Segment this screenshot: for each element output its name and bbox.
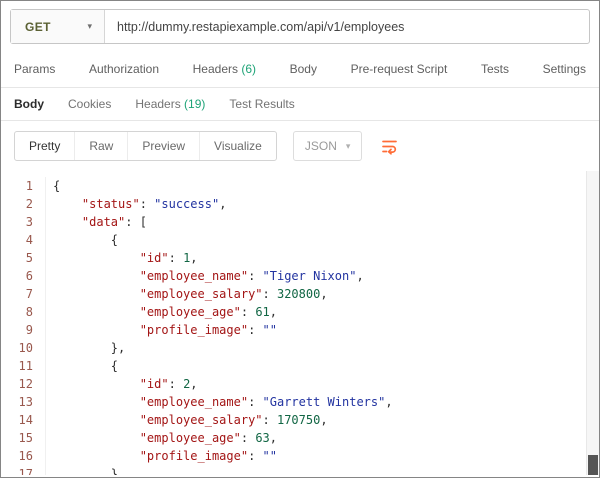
wrap-text-icon <box>380 137 399 156</box>
url-bar: GET ▾ <box>1 1 599 51</box>
wrap-text-button[interactable] <box>380 137 399 156</box>
code-line: 14 "employee_salary": 170750, <box>1 411 599 429</box>
request-tab-settings[interactable]: Settings <box>543 62 586 76</box>
line-number: 4 <box>1 231 45 249</box>
tab-label: Params <box>14 62 55 76</box>
code-line: 10 }, <box>1 339 599 357</box>
code-lines: 1{2 "status": "success",3 "data": [4 {5 … <box>1 171 599 475</box>
code-text: "id": 1, <box>45 249 198 267</box>
line-number: 8 <box>1 303 45 321</box>
code-line: 17 }, <box>1 465 599 475</box>
line-number: 2 <box>1 195 45 213</box>
response-tab-body[interactable]: Body <box>14 97 44 111</box>
code-line: 12 "id": 2, <box>1 375 599 393</box>
code-text: "employee_salary": 320800, <box>45 285 328 303</box>
code-text: "employee_name": "Tiger Nixon", <box>45 267 364 285</box>
tab-label: Settings <box>543 62 586 76</box>
code-text: "employee_name": "Garrett Winters", <box>45 393 393 411</box>
line-number: 6 <box>1 267 45 285</box>
tab-count: (19) <box>181 97 206 111</box>
format-label: JSON <box>305 139 337 153</box>
vertical-scrollbar[interactable] <box>586 171 599 475</box>
code-text: "status": "success", <box>45 195 226 213</box>
app-window: GET ▾ Params Authorization Headers (6) Body… <box>0 0 600 478</box>
method-select[interactable]: GET ▾ <box>11 10 105 43</box>
tab-label: Body <box>14 97 44 111</box>
line-number: 10 <box>1 339 45 357</box>
tab-label: Body <box>290 62 317 76</box>
code-line: 3 "data": [ <box>1 213 599 231</box>
line-number: 1 <box>1 177 45 195</box>
request-tab-headers[interactable]: Headers (6) <box>193 62 256 76</box>
request-tab-body[interactable]: Body <box>290 62 317 76</box>
view-switcher: PrettyRawPreviewVisualize <box>14 131 277 161</box>
code-text: }, <box>45 339 125 357</box>
view-tab-visualize[interactable]: Visualize <box>200 132 276 160</box>
code-text: "profile_image": "" <box>45 321 277 339</box>
tab-label: Authorization <box>89 62 159 76</box>
code-text: { <box>45 231 118 249</box>
line-number: 17 <box>1 465 45 475</box>
code-text: "employee_salary": 170750, <box>45 411 328 429</box>
code-text: "data": [ <box>45 213 147 231</box>
code-line: 13 "employee_name": "Garrett Winters", <box>1 393 599 411</box>
code-text: "id": 2, <box>45 375 198 393</box>
request-tabs: Params Authorization Headers (6) Body Pre-re… <box>1 51 599 88</box>
tab-label: Test Results <box>229 97 294 111</box>
response-tab-test-results[interactable]: Test Results <box>229 97 294 111</box>
line-number: 7 <box>1 285 45 303</box>
line-number: 11 <box>1 357 45 375</box>
code-line: 16 "profile_image": "" <box>1 447 599 465</box>
code-line: 1{ <box>1 177 599 195</box>
code-text: { <box>45 177 60 195</box>
code-text: "employee_age": 61, <box>45 303 277 321</box>
tab-label: Pre-request Script <box>351 62 448 76</box>
view-tab-raw[interactable]: Raw <box>75 132 128 160</box>
tab-count: (6) <box>238 62 256 76</box>
scrollbar-thumb[interactable] <box>588 455 598 475</box>
method-label: GET <box>25 20 51 34</box>
code-line: 8 "employee_age": 61, <box>1 303 599 321</box>
line-number: 15 <box>1 429 45 447</box>
request-tab-authorization[interactable]: Authorization <box>89 62 159 76</box>
code-text: "profile_image": "" <box>45 447 277 465</box>
view-tab-preview[interactable]: Preview <box>128 132 200 160</box>
line-number: 12 <box>1 375 45 393</box>
line-number: 13 <box>1 393 45 411</box>
code-line: 11 { <box>1 357 599 375</box>
tab-label: Tests <box>481 62 509 76</box>
tab-label: Headers <box>193 62 238 76</box>
url-input[interactable] <box>105 10 589 43</box>
method-dropdown-caret: ▾ <box>87 21 92 32</box>
request-url-row: GET ▾ <box>10 9 590 44</box>
code-text: }, <box>45 465 125 475</box>
code-line: 5 "id": 1, <box>1 249 599 267</box>
response-body: 1{2 "status": "success",3 "data": [4 {5 … <box>1 171 599 475</box>
line-number: 9 <box>1 321 45 339</box>
line-number: 14 <box>1 411 45 429</box>
tab-label: Headers <box>135 97 180 111</box>
response-tab-headers[interactable]: Headers (19) <box>135 97 205 111</box>
code-line: 9 "profile_image": "" <box>1 321 599 339</box>
response-tab-cookies[interactable]: Cookies <box>68 97 111 111</box>
view-tab-pretty[interactable]: Pretty <box>15 132 75 160</box>
code-line: 7 "employee_salary": 320800, <box>1 285 599 303</box>
response-tabs: Body Cookies Headers (19) Test Results <box>1 88 599 121</box>
code-line: 15 "employee_age": 63, <box>1 429 599 447</box>
code-line: 2 "status": "success", <box>1 195 599 213</box>
code-line: 6 "employee_name": "Tiger Nixon", <box>1 267 599 285</box>
line-number: 16 <box>1 447 45 465</box>
response-toolbar: PrettyRawPreviewVisualize JSON ▾ <box>1 121 599 171</box>
format-dropdown[interactable]: JSON ▾ <box>293 131 363 161</box>
format-dropdown-caret: ▾ <box>346 141 351 152</box>
code-text: "employee_age": 63, <box>45 429 277 447</box>
request-tab-params[interactable]: Params <box>14 62 55 76</box>
request-tab-tests[interactable]: Tests <box>481 62 509 76</box>
code-text: { <box>45 357 118 375</box>
request-tab-pre-request-script[interactable]: Pre-request Script <box>351 62 448 76</box>
tab-label: Cookies <box>68 97 111 111</box>
line-number: 5 <box>1 249 45 267</box>
line-number: 3 <box>1 213 45 231</box>
code-line: 4 { <box>1 231 599 249</box>
